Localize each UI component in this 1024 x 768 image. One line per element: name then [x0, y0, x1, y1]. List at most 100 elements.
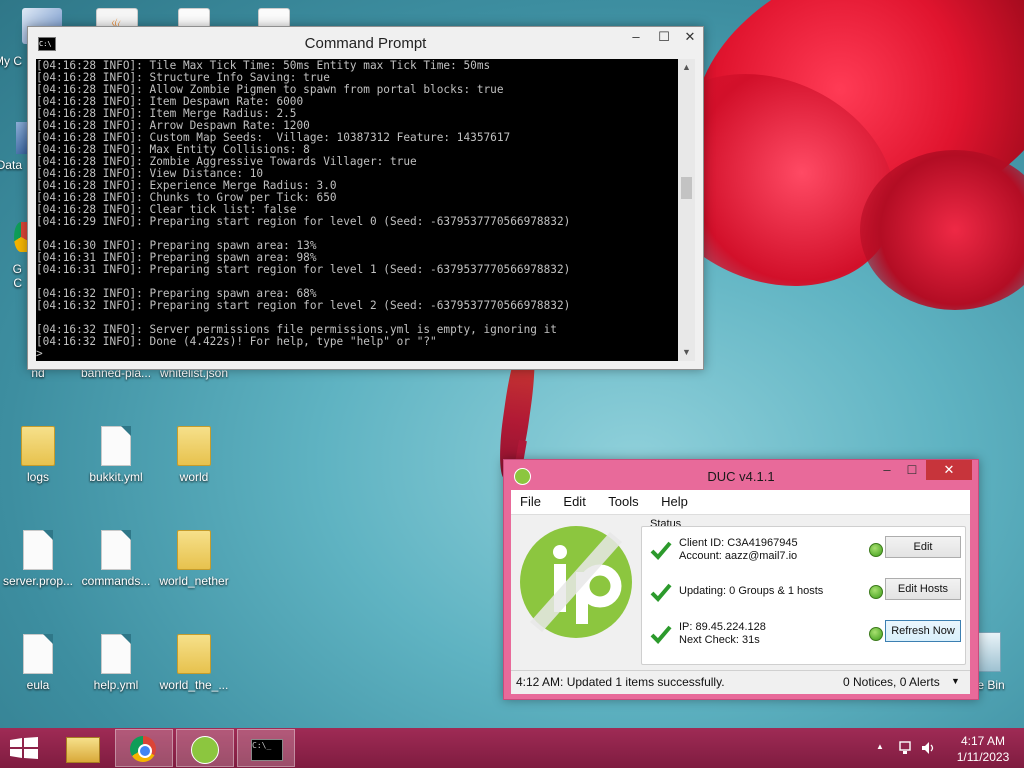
cmd-close-button[interactable]: ✕	[676, 27, 704, 47]
edit-button[interactable]: Edit	[885, 536, 961, 558]
duc-window[interactable]: DUC v4.1.1 – ☐ ✕ File Edit Tools Help St…	[503, 459, 979, 700]
file-icon	[23, 530, 53, 570]
desktop-icon-eula[interactable]: eula	[0, 634, 78, 692]
scroll-down-icon[interactable]: ▼	[678, 347, 695, 357]
status-text: Client ID: C3A41967945 Account: aazz@mai…	[679, 537, 798, 563]
desktop-icon-commands[interactable]: commands...	[76, 530, 156, 588]
menu-help[interactable]: Help	[652, 490, 697, 509]
desktop-icon-google-chrome[interactable]: G C	[0, 262, 22, 290]
chrome-icon	[130, 736, 156, 762]
desktop-icon-label: Data	[0, 158, 22, 172]
folder-icon	[177, 634, 211, 674]
desktop-icon-label: e Bin	[977, 678, 1005, 692]
folder-icon	[177, 530, 211, 570]
edit-hosts-button[interactable]: Edit Hosts	[885, 578, 961, 600]
duc-menubar: File Edit Tools Help	[511, 490, 970, 515]
status-row-account: Client ID: C3A41967945 Account: aazz@mai…	[642, 533, 965, 571]
desktop-icon-label: logs	[26, 470, 49, 484]
noip-logo-icon	[191, 736, 219, 764]
cmd-console[interactable]: [04:16:28 INFO]: Tile Max Tick Time: 50m…	[36, 59, 678, 361]
show-hidden-icons-chevron-icon[interactable]: ▲	[876, 742, 884, 751]
client-id-text: Client ID: C3A41967945	[679, 537, 798, 549]
duc-titlebar[interactable]: DUC v4.1.1 – ☐ ✕	[504, 460, 978, 490]
clock-date: 1/11/2023	[956, 750, 1010, 764]
duc-statusbar: 4:12 AM: Updated 1 items successfully. 0…	[511, 670, 970, 694]
desktop-icon-label: world	[179, 470, 209, 484]
cmd-titlebar[interactable]: C:\ Command Prompt – ☐ ✕	[28, 27, 703, 59]
desktop-icon-my-computer[interactable]: My C	[0, 54, 22, 68]
chrome-icon[interactable]	[14, 222, 28, 252]
desktop-icon-bukkit-yml[interactable]: bukkit.yml	[76, 426, 156, 484]
noip-logo-icon	[520, 526, 632, 638]
desktop-icon-label: commands...	[81, 574, 151, 588]
desktop-icon-logs[interactable]: logs	[0, 426, 78, 484]
file-icon	[101, 530, 131, 570]
status-ok-icon	[869, 627, 883, 641]
desktop-icon-label: eula	[26, 678, 50, 692]
chevron-down-icon[interactable]: ▼	[951, 676, 960, 686]
duc-client-area: File Edit Tools Help Status Client ID: C…	[511, 490, 970, 694]
menu-tools[interactable]: Tools	[599, 490, 647, 509]
cmd-title: Command Prompt	[304, 35, 427, 52]
desktop-icon-label: My C	[0, 54, 22, 68]
command-prompt-window[interactable]: C:\ Command Prompt – ☐ ✕ [04:16:28 INFO]…	[27, 26, 704, 370]
duc-maximize-button[interactable]: ☐	[900, 460, 924, 480]
menu-file[interactable]: File	[511, 490, 550, 509]
desktop-icon-label: help.yml	[93, 678, 139, 692]
cmd-maximize-button[interactable]: ☐	[650, 27, 678, 47]
cmd-scrollbar[interactable]: ▲ ▼	[678, 59, 695, 361]
taskbar-duc[interactable]	[176, 729, 234, 767]
desktop-icon-label: G	[12, 262, 22, 276]
checkmark-icon	[650, 583, 672, 602]
file-icon	[101, 634, 131, 674]
desktop-icon-data[interactable]: Data	[0, 158, 22, 172]
desktop-icon-label: world_nether	[159, 574, 229, 588]
cmd-minimize-button[interactable]: –	[622, 27, 650, 47]
desktop-icon-label: world_the_...	[159, 678, 229, 692]
taskbar-file-explorer[interactable]	[54, 729, 112, 767]
desktop-icon-world[interactable]: world	[154, 426, 234, 484]
refresh-now-button[interactable]: Refresh Now	[885, 620, 961, 642]
notices-alerts[interactable]: 0 Notices, 0 Alerts	[843, 675, 940, 689]
desktop-icon-world-nether[interactable]: world_nether	[154, 530, 234, 588]
duc-close-button[interactable]: ✕	[926, 460, 972, 480]
windows-start-icon[interactable]	[10, 737, 38, 759]
ip-text: IP: 89.45.224.128	[679, 621, 766, 633]
status-text: IP: 89.45.224.128 Next Check: 31s	[679, 621, 766, 647]
checkmark-icon	[650, 541, 672, 560]
volume-icon[interactable]	[920, 740, 936, 756]
desktop-icon-label: server.prop...	[2, 574, 74, 588]
cmd-scrollbar-thumb[interactable]	[681, 177, 692, 199]
status-ok-icon	[869, 543, 883, 557]
checkmark-icon	[650, 625, 672, 644]
taskbar: C:\_ ▲ 4:17 AM 1/11/2023	[0, 728, 1024, 768]
file-icon	[101, 426, 131, 466]
clock[interactable]: 4:17 AM 1/11/2023	[950, 733, 1016, 765]
status-group: Client ID: C3A41967945 Account: aazz@mai…	[641, 526, 966, 665]
cmd-icon: C:\_	[251, 739, 283, 761]
desktop-icon-world-the-end[interactable]: world_the_...	[154, 634, 234, 692]
status-row-ip: IP: 89.45.224.128 Next Check: 31s Refres…	[642, 617, 965, 655]
next-check-text: Next Check: 31s	[679, 634, 760, 646]
folder-icon	[177, 426, 211, 466]
duc-minimize-button[interactable]: –	[875, 460, 899, 480]
desktop-icon-label: bukkit.yml	[89, 470, 143, 484]
scroll-up-icon[interactable]: ▲	[678, 62, 695, 72]
desktop-icon-help-yml[interactable]: help.yml	[76, 634, 156, 692]
statusbar-message: 4:12 AM: Updated 1 items successfully.	[516, 675, 725, 689]
taskbar-command-prompt[interactable]: C:\_	[237, 729, 295, 767]
network-icon[interactable]	[898, 740, 914, 756]
desktop-icon-server-properties[interactable]: server.prop...	[0, 530, 78, 588]
file-icon	[23, 634, 53, 674]
status-row-updating: Updating: 0 Groups & 1 hosts Edit Hosts	[642, 575, 965, 613]
folder-icon	[21, 426, 55, 466]
status-ok-icon	[869, 585, 883, 599]
desktop-icon-label: C	[13, 276, 22, 290]
folder-icon	[66, 737, 100, 763]
status-text: Updating: 0 Groups & 1 hosts	[679, 585, 823, 598]
taskbar-chrome[interactable]	[115, 729, 173, 767]
account-text: Account: aazz@mail7.io	[679, 550, 798, 562]
updating-text: Updating: 0 Groups & 1 hosts	[679, 585, 824, 597]
menu-edit[interactable]: Edit	[554, 490, 594, 509]
clock-time: 4:17 AM	[960, 734, 1006, 748]
